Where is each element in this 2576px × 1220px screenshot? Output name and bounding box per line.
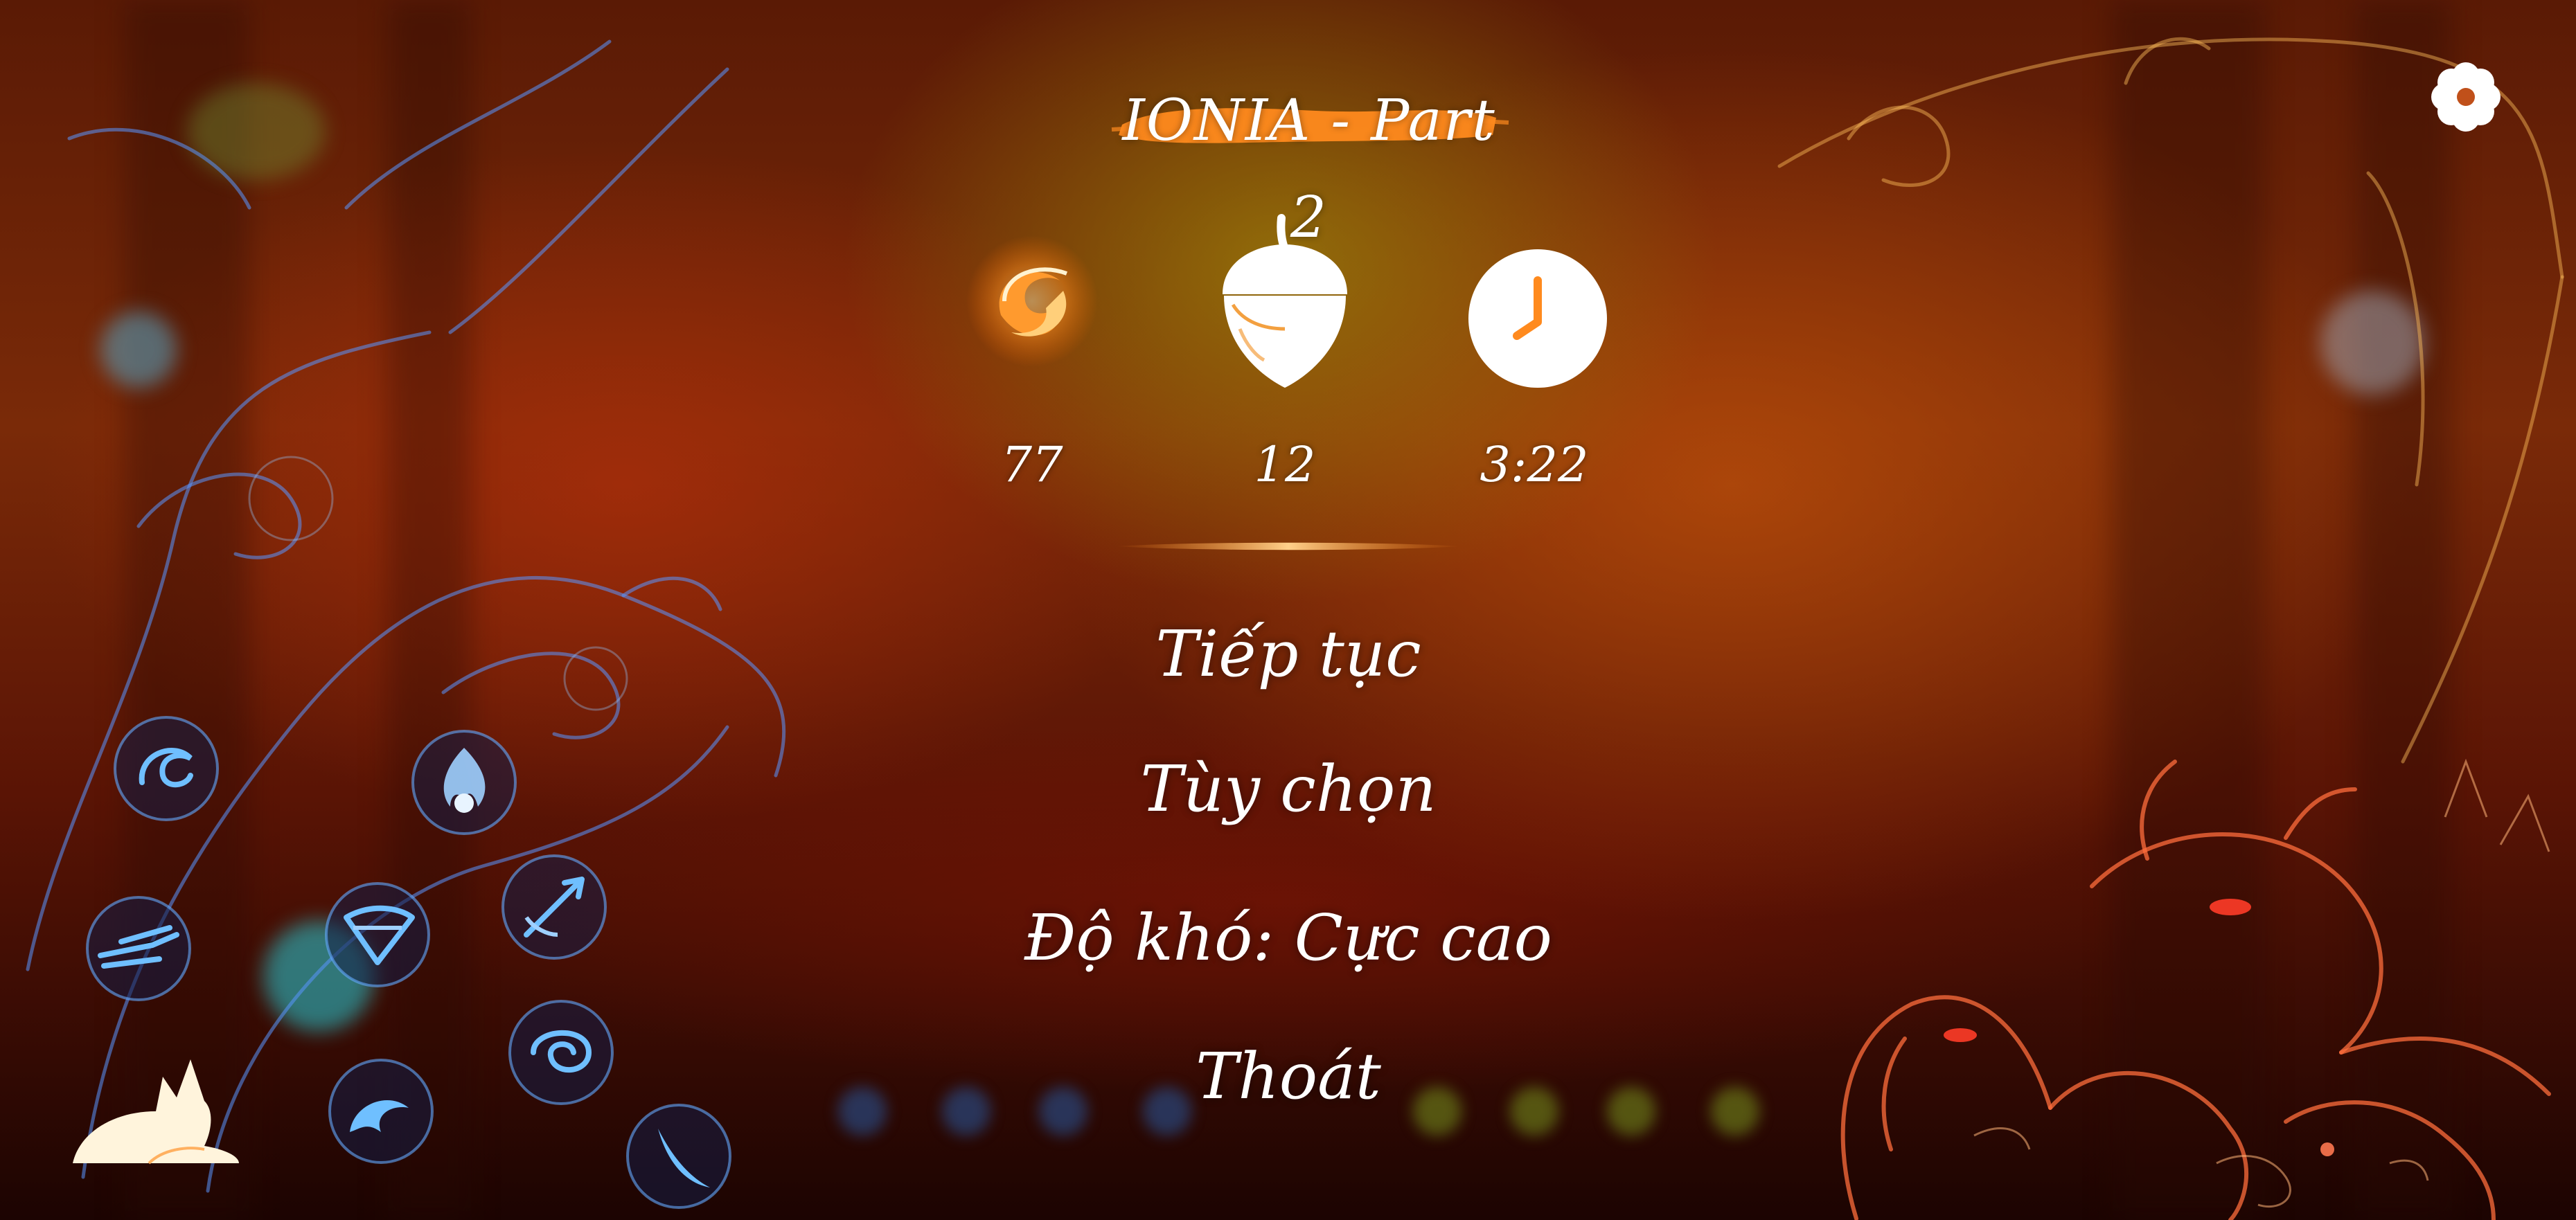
background-glow bbox=[1711, 1087, 1759, 1136]
level-title-banner: IONIA - Part 2 bbox=[1108, 73, 1510, 251]
background-glow bbox=[1510, 1087, 1558, 1136]
background-glow bbox=[942, 1087, 991, 1136]
background-glow bbox=[1607, 1087, 1655, 1136]
arrow-burst-skill-icon[interactable] bbox=[499, 852, 610, 962]
level-title: IONIA - Part 2 bbox=[1122, 88, 1496, 251]
fox-character-icon bbox=[73, 1059, 239, 1165]
clock-icon bbox=[1468, 249, 1607, 388]
options-button[interactable]: Tùy chọn bbox=[970, 744, 1607, 834]
wind-swirl-skill-icon[interactable] bbox=[111, 713, 222, 824]
background-glow bbox=[1413, 1087, 1462, 1136]
dash-skill-icon[interactable] bbox=[83, 893, 194, 1004]
wave-skill-icon[interactable] bbox=[326, 1056, 436, 1167]
acorn-count: 12 bbox=[1254, 436, 1316, 493]
background-glow bbox=[1143, 1087, 1191, 1136]
creature-sketch-illustration bbox=[1840, 758, 2551, 1220]
orange-divider bbox=[1115, 542, 1462, 550]
spirit-swirl-icon bbox=[966, 235, 1098, 367]
spirit-count: 77 bbox=[1001, 436, 1063, 493]
elapsed-time: 3:22 bbox=[1480, 436, 1589, 493]
vortex-skill-icon[interactable] bbox=[506, 997, 616, 1108]
background-glow bbox=[838, 1087, 887, 1136]
continue-button[interactable]: Tiếp tục bbox=[970, 609, 1607, 699]
settings-button[interactable] bbox=[2428, 59, 2504, 135]
pause-menu-screen: IONIA - Part 2 77 12 3:22 Tiếp tục Tùy c… bbox=[0, 0, 2576, 1220]
feather-skill-icon[interactable] bbox=[623, 1101, 734, 1212]
background-glow bbox=[1039, 1087, 1087, 1136]
acorn-icon bbox=[1223, 214, 1347, 388]
bow-skill-icon[interactable] bbox=[322, 879, 433, 990]
flame-skill-icon[interactable] bbox=[409, 727, 519, 838]
gear-icon bbox=[2431, 62, 2501, 132]
difficulty-button[interactable]: Độ khó: Cực cao bbox=[970, 893, 1607, 983]
